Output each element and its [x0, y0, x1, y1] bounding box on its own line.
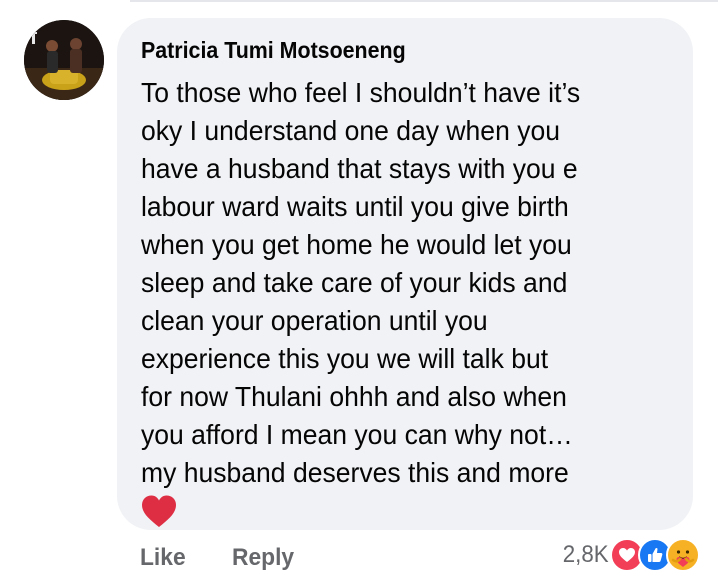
top-divider [130, 0, 718, 2]
heart-emoji [142, 495, 176, 527]
comment-text: To those who feel I shouldn’t have it’s … [141, 74, 671, 530]
comment-line: for now Thulani ohhh and also when [141, 381, 567, 412]
comment-line: when you get home he would let you [141, 229, 572, 260]
comment-line: you afford I mean you can why not… [141, 419, 573, 450]
care-reaction-icon [666, 538, 700, 572]
comment-line: labour ward waits until you give birth [141, 191, 569, 222]
comment-bubble: Patricia Tumi Motsoeneng To those who fe… [117, 18, 693, 530]
like-button[interactable]: Like [140, 544, 227, 572]
comment-actions: Like Reply [140, 538, 297, 578]
comment-line: sleep and take care of your kids and [141, 267, 568, 298]
comment-line: oky I understand one day when you [141, 115, 560, 146]
comment-line: To those who feel I shouldn’t have it’s [141, 77, 581, 108]
comment-line: my husband deserves this and more [141, 457, 569, 488]
author-name[interactable]: Patricia Tumi Motsoeneng [141, 36, 634, 64]
reactions-summary[interactable]: 2,8K [561, 534, 700, 576]
comment-line: experience this you we will talk but [141, 343, 549, 374]
reaction-count: 2,8K [562, 541, 609, 568]
comment-line: have a husband that stays with you e [141, 153, 578, 184]
avatar-photo [24, 20, 104, 100]
comment-line: clean your operation until you [141, 305, 488, 336]
reply-button[interactable]: Reply [232, 544, 294, 572]
avatar[interactable] [24, 20, 104, 100]
